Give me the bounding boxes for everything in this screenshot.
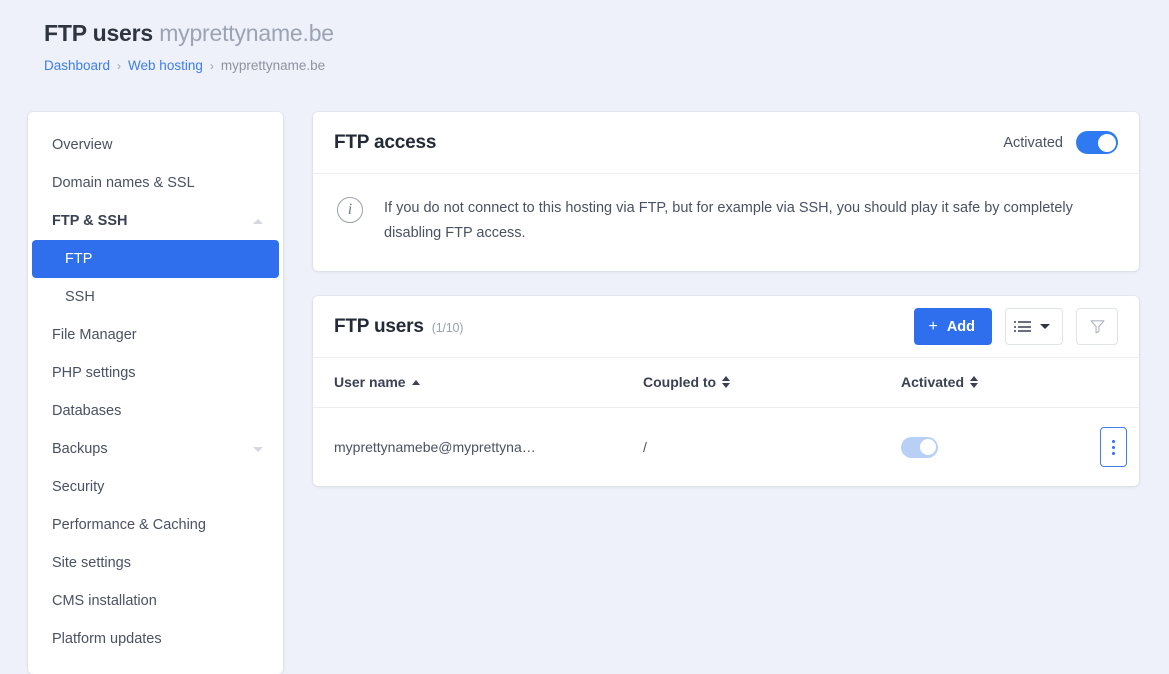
sort-icon	[722, 376, 731, 388]
sidebar-item-ftp-ssh[interactable]: FTP & SSH	[32, 202, 279, 240]
sidebar-item-label: File Manager	[52, 327, 137, 343]
sidebar-item-label: FTP	[65, 251, 93, 267]
sidebar-item-label: CMS installation	[52, 593, 157, 609]
chevron-down-icon	[1040, 324, 1050, 329]
column-header-coupled-to[interactable]: Coupled to	[643, 358, 901, 408]
kebab-dot-icon	[1112, 439, 1115, 443]
ftp-users-card-header: FTP users (1/10) + Add	[313, 296, 1139, 358]
table-head: User name Coupled to Activated	[313, 358, 1139, 408]
ftp-access-toggle-label: Activated	[1003, 134, 1063, 151]
list-icon	[1013, 321, 1031, 332]
filter-button[interactable]	[1076, 308, 1118, 345]
sidebar-item-file-manager[interactable]: File Manager	[32, 316, 279, 354]
info-icon: i	[337, 197, 363, 223]
breadcrumb-separator-icon: ›	[209, 59, 214, 73]
breadcrumb-separator-icon: ›	[117, 59, 122, 73]
kebab-dot-icon	[1112, 445, 1115, 449]
ftp-access-card-header: FTP access Activated	[313, 112, 1139, 174]
ftp-users-count: (1/10)	[431, 320, 464, 335]
page-title: FTP users myprettyname.be	[44, 18, 1169, 48]
sidebar-item-ssh[interactable]: SSH	[32, 278, 279, 316]
ftp-users-card: FTP users (1/10) + Add User name Coupled…	[313, 296, 1139, 486]
chevron-up-icon	[253, 218, 263, 224]
cell-coupled-to: /	[643, 439, 647, 455]
sidebar-item-label: SSH	[65, 289, 95, 305]
row-activated-toggle[interactable]	[901, 436, 938, 458]
list-view-dropdown-button[interactable]	[1005, 308, 1063, 345]
breadcrumb-dashboard[interactable]: Dashboard	[44, 57, 110, 75]
sidebar-item-cms-installation[interactable]: CMS installation	[32, 582, 279, 620]
sidebar-item-platform-updates[interactable]: Platform updates	[32, 620, 279, 658]
chevron-down-icon	[253, 446, 263, 452]
toggle-knob	[919, 439, 936, 455]
page-title-strong: FTP users	[44, 20, 153, 46]
user-name-text: myprettynamebe@myprettyna…	[334, 439, 536, 455]
kebab-dot-icon	[1112, 451, 1115, 455]
column-header-actions	[1061, 358, 1139, 408]
sidebar-item-php-settings[interactable]: PHP settings	[32, 354, 279, 392]
ftp-access-notice: i If you do not connect to this hosting …	[313, 174, 1139, 271]
sidebar-item-label: Site settings	[52, 555, 131, 571]
sidebar-item-label: Security	[52, 479, 105, 495]
cell-actions	[1061, 408, 1139, 487]
cell-activated	[901, 408, 1061, 487]
sidebar-item-label: PHP settings	[52, 365, 136, 381]
sidebar-item-label: Databases	[52, 403, 122, 419]
breadcrumb-current: myprettyname.be	[220, 58, 326, 73]
sidebar-item-label: Performance & Caching	[52, 517, 206, 533]
sidebar-item-label: Overview	[52, 137, 113, 153]
filter-icon	[1090, 320, 1104, 334]
column-header-activated[interactable]: Activated	[901, 358, 1061, 408]
sidebar-item-label: FTP & SSH	[52, 213, 128, 229]
table-header-row: User name Coupled to Activated	[313, 358, 1139, 408]
ftp-users-actions: + Add	[914, 308, 1118, 345]
row-more-options-button[interactable]	[1100, 427, 1127, 467]
cell-user-name: myprettynamebe@myprettyna…	[313, 408, 643, 487]
sidebar-item-backups[interactable]: Backups	[32, 430, 279, 468]
ftp-access-toggle[interactable]	[1076, 131, 1118, 154]
column-label: User name	[334, 374, 406, 390]
toggle-knob	[1097, 133, 1116, 152]
sidebar-item-domain-names-ssl[interactable]: Domain names & SSL	[32, 164, 279, 202]
add-user-label: Add	[946, 318, 975, 335]
ftp-access-card: FTP access Activated i If you do not con…	[313, 112, 1139, 271]
sidebar-item-label: Backups	[52, 441, 108, 457]
column-header-user-name[interactable]: User name	[313, 358, 643, 408]
sidebar-nav: Overview Domain names & SSL FTP & SSH FT…	[28, 112, 283, 674]
add-user-button[interactable]: + Add	[914, 308, 992, 345]
page-header: FTP users myprettyname.be Dashboard › We…	[0, 0, 1169, 75]
ftp-users-table: User name Coupled to Activated myprettyn…	[313, 358, 1139, 486]
sidebar-item-overview[interactable]: Overview	[32, 126, 279, 164]
ftp-access-title: FTP access	[334, 131, 437, 153]
table-row: myprettynamebe@myprettyna… /	[313, 408, 1139, 487]
ftp-users-title: FTP users	[334, 315, 424, 337]
plus-icon: +	[928, 317, 938, 335]
main-content: FTP access Activated i If you do not con…	[313, 112, 1139, 486]
sidebar-item-label: Domain names & SSL	[52, 175, 195, 191]
breadcrumb-web-hosting[interactable]: Web hosting	[128, 57, 203, 75]
sidebar-item-ftp[interactable]: FTP	[32, 240, 279, 278]
column-label: Activated	[901, 374, 965, 390]
sidebar-item-site-settings[interactable]: Site settings	[32, 544, 279, 582]
sidebar-item-databases[interactable]: Databases	[32, 392, 279, 430]
page-layout: Overview Domain names & SSL FTP & SSH FT…	[0, 75, 1169, 674]
sidebar-item-label: Platform updates	[52, 631, 162, 647]
sort-asc-icon	[411, 379, 420, 385]
breadcrumb: Dashboard › Web hosting › myprettyname.b…	[44, 57, 1169, 75]
page-title-domain: myprettyname.be	[159, 20, 334, 46]
sort-icon	[970, 376, 979, 388]
ftp-access-controls: Activated	[1003, 131, 1118, 154]
table-body: myprettynamebe@myprettyna… /	[313, 408, 1139, 487]
sidebar-item-performance-caching[interactable]: Performance & Caching	[32, 506, 279, 544]
ftp-users-title-group: FTP users (1/10)	[334, 316, 463, 338]
column-label: Coupled to	[643, 374, 717, 390]
ftp-access-notice-text: If you do not connect to this hosting vi…	[384, 200, 1073, 241]
sidebar-item-security[interactable]: Security	[32, 468, 279, 506]
